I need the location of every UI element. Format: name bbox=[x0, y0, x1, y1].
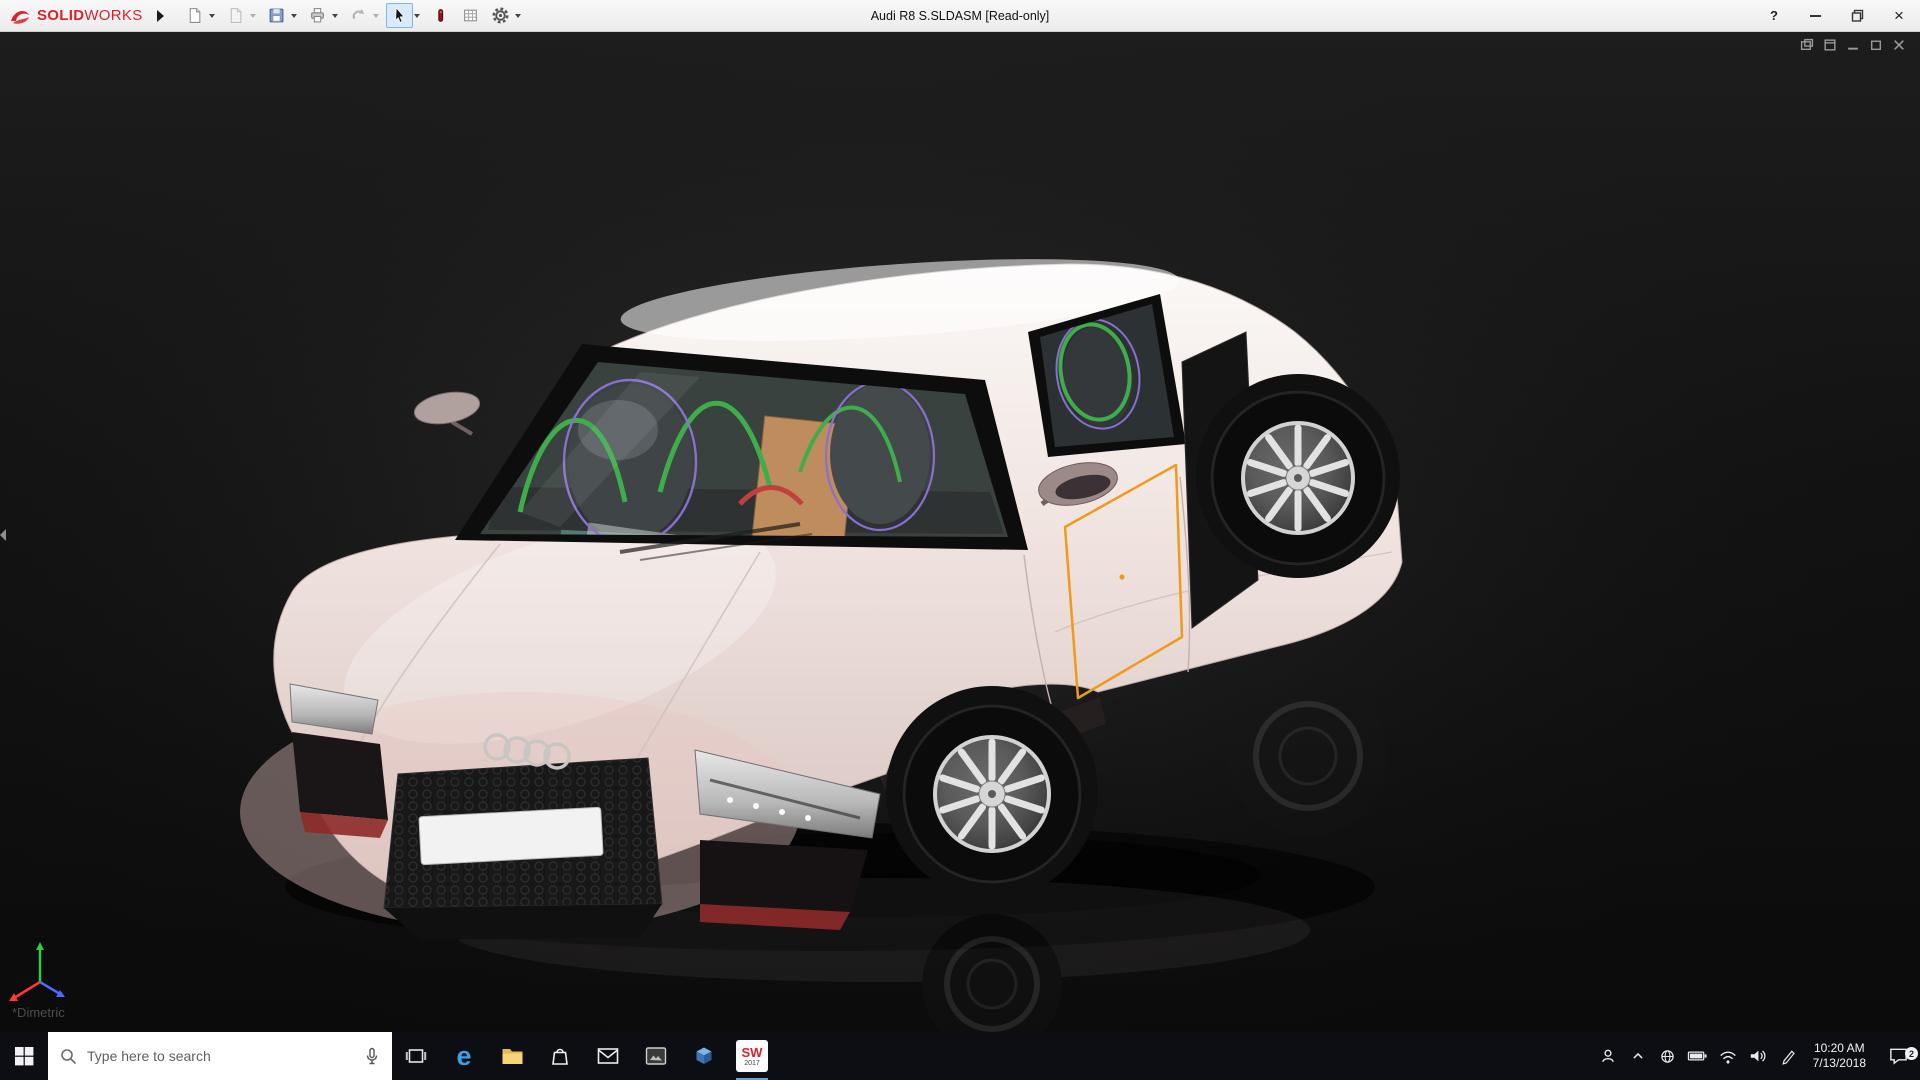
new-document-button[interactable] bbox=[181, 3, 208, 28]
taskbar-search[interactable] bbox=[48, 1032, 392, 1080]
wifi-button[interactable] bbox=[1713, 1048, 1743, 1065]
restore-doc-button[interactable] bbox=[1869, 38, 1883, 52]
design-table-button[interactable] bbox=[457, 3, 484, 28]
cad-viewer-cube-icon bbox=[693, 1045, 715, 1067]
wifi-icon bbox=[1718, 1048, 1738, 1065]
brand-text: SOLIDWORKS bbox=[37, 7, 143, 24]
new-window-button[interactable] bbox=[1800, 38, 1814, 52]
minimize-icon bbox=[1810, 15, 1821, 17]
microphone-icon[interactable] bbox=[364, 1047, 380, 1065]
rear-wheel[interactable] bbox=[1196, 374, 1400, 578]
open-document-icon bbox=[227, 7, 244, 24]
people-icon bbox=[1598, 1046, 1618, 1066]
pen-button[interactable] bbox=[1773, 1047, 1803, 1066]
document-window-controls bbox=[1800, 38, 1906, 52]
file-explorer-button[interactable] bbox=[488, 1032, 536, 1080]
volume-button[interactable] bbox=[1743, 1047, 1773, 1065]
open-document-button[interactable] bbox=[222, 3, 249, 28]
search-input[interactable] bbox=[87, 1048, 354, 1064]
people-button[interactable] bbox=[1593, 1046, 1623, 1066]
title-bar: SOLIDWORKS bbox=[0, 0, 1920, 32]
task-view-icon bbox=[405, 1045, 427, 1067]
macro-record-icon bbox=[432, 7, 449, 24]
3d-viewport[interactable]: *Dimetric bbox=[0, 32, 1920, 1032]
cascade-window-button[interactable] bbox=[1823, 38, 1837, 52]
undo-button[interactable] bbox=[345, 3, 372, 28]
license-plate bbox=[419, 807, 603, 864]
pen-icon bbox=[1778, 1047, 1797, 1066]
save-dropdown-arrow[interactable] bbox=[291, 14, 297, 18]
options-dropdown-arrow[interactable] bbox=[515, 14, 521, 18]
mail-button[interactable] bbox=[584, 1032, 632, 1080]
options-button[interactable] bbox=[487, 3, 514, 28]
taskbar-clock[interactable]: 10:20 AM 7/13/2018 bbox=[1803, 1041, 1876, 1071]
view-orientation-label: *Dimetric bbox=[12, 1005, 65, 1020]
macro-record-button[interactable] bbox=[427, 3, 454, 28]
close-doc-button[interactable] bbox=[1892, 38, 1906, 52]
new-document-icon bbox=[186, 7, 203, 24]
notification-badge: 2 bbox=[1905, 1047, 1918, 1060]
front-wheel[interactable] bbox=[886, 686, 1098, 898]
file-explorer-icon bbox=[501, 1046, 524, 1066]
panel-collapse-chevron[interactable] bbox=[0, 529, 6, 541]
action-center-button[interactable]: 2 bbox=[1876, 1046, 1920, 1066]
close-icon: × bbox=[1894, 7, 1904, 24]
taskbar: e SW 2017 bbox=[0, 1032, 1920, 1080]
restore-icon bbox=[1851, 9, 1864, 22]
hidden-icons-button[interactable] bbox=[1623, 1047, 1653, 1065]
undo-icon bbox=[350, 7, 367, 24]
system-tray: 10:20 AM 7/13/2018 2 bbox=[1593, 1032, 1920, 1080]
save-button[interactable] bbox=[263, 3, 290, 28]
network-globe-icon bbox=[1658, 1047, 1677, 1066]
ds-logo-icon bbox=[8, 7, 32, 25]
new-dropdown-arrow[interactable] bbox=[209, 14, 215, 18]
edge-icon: e bbox=[456, 1043, 471, 1070]
clock-time: 10:20 AM bbox=[1813, 1041, 1866, 1056]
right-intake bbox=[700, 840, 868, 912]
volume-icon bbox=[1748, 1047, 1768, 1065]
search-icon bbox=[60, 1048, 77, 1065]
model-scene[interactable] bbox=[0, 32, 1920, 1032]
open-dropdown-arrow[interactable] bbox=[250, 14, 256, 18]
print-icon bbox=[309, 7, 326, 24]
menu-expand-arrow[interactable] bbox=[157, 10, 164, 22]
select-tool-button[interactable] bbox=[386, 3, 413, 28]
network-button[interactable] bbox=[1653, 1047, 1683, 1066]
window-title: Audi R8 S.SLDASM [Read-only] bbox=[871, 9, 1050, 23]
help-button[interactable]: ? bbox=[1754, 8, 1794, 23]
quick-toolbar bbox=[178, 3, 525, 28]
battery-icon bbox=[1687, 1048, 1708, 1064]
snip-tool-icon bbox=[645, 1046, 667, 1066]
select-dropdown-arrow[interactable] bbox=[414, 14, 420, 18]
design-table-icon bbox=[462, 7, 479, 24]
task-view-button[interactable] bbox=[392, 1032, 440, 1080]
mail-icon bbox=[597, 1047, 619, 1065]
battery-button[interactable] bbox=[1683, 1048, 1713, 1064]
minimize-doc-button[interactable] bbox=[1846, 38, 1860, 52]
minimize-button[interactable] bbox=[1794, 0, 1836, 31]
solidworks-2017-button[interactable]: SW 2017 bbox=[728, 1032, 776, 1080]
store-button[interactable] bbox=[536, 1032, 584, 1080]
windows-logo-icon bbox=[15, 1047, 34, 1066]
chevron-up-icon bbox=[1629, 1047, 1647, 1065]
clock-date: 7/13/2018 bbox=[1813, 1056, 1866, 1071]
store-bag-icon bbox=[549, 1045, 571, 1067]
restore-button[interactable] bbox=[1836, 0, 1878, 31]
left-intake bbox=[292, 732, 388, 820]
solidworks-2017-icon: SW 2017 bbox=[736, 1040, 768, 1072]
solidworks-logo: SOLIDWORKS bbox=[0, 7, 149, 25]
start-button[interactable] bbox=[0, 1032, 48, 1080]
undo-dropdown-arrow[interactable] bbox=[373, 14, 379, 18]
print-dropdown-arrow[interactable] bbox=[332, 14, 338, 18]
edge-button[interactable]: e bbox=[440, 1032, 488, 1080]
select-cursor-icon bbox=[391, 7, 408, 24]
close-button[interactable]: × bbox=[1878, 0, 1920, 31]
save-icon bbox=[268, 7, 285, 24]
snip-tool-button[interactable] bbox=[632, 1032, 680, 1080]
front-splitter bbox=[384, 904, 662, 940]
print-button[interactable] bbox=[304, 3, 331, 28]
cad-viewer-button[interactable] bbox=[680, 1032, 728, 1080]
gear-icon bbox=[492, 7, 509, 24]
